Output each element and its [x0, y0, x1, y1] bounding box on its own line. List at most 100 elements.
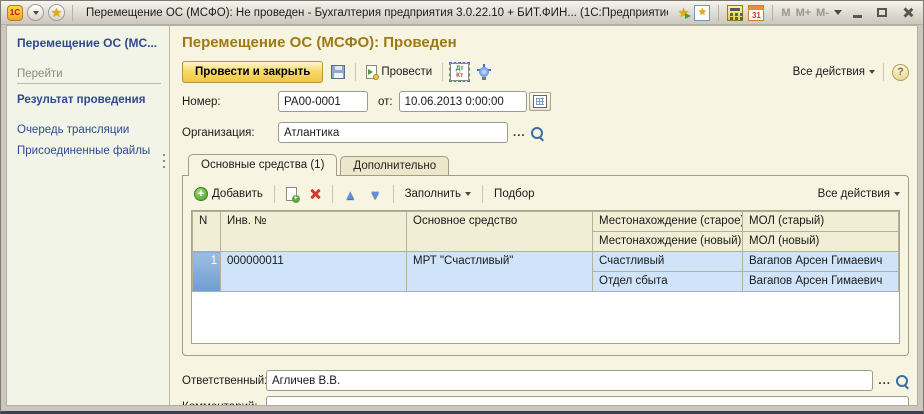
responsible-field[interactable]: Агличев В.В.: [266, 370, 873, 391]
add-row-label: Добавить: [212, 188, 263, 200]
sidebar-item-posting-result[interactable]: Результат проведения: [17, 94, 163, 106]
close-button[interactable]: [897, 5, 917, 21]
copy-row-button[interactable]: +: [283, 185, 300, 203]
page-title: Перемещение ОС (МСФО): Проведен: [182, 34, 909, 51]
sidebar-item-attached-files[interactable]: Присоединенные файлы: [17, 145, 163, 157]
explain-button[interactable]: [474, 62, 494, 82]
calculator-icon: [730, 8, 740, 11]
assets-table-container: N Инв. № Основное средство Местонахожден…: [191, 210, 900, 344]
col-header-location-new[interactable]: Местонахождение (новый): [593, 232, 743, 252]
chevron-down-icon: [33, 11, 39, 15]
help-button[interactable]: ?: [892, 64, 909, 81]
col-header-location-old[interactable]: Местонахождение (старое): [593, 212, 743, 232]
chevron-down-icon[interactable]: [834, 10, 842, 15]
responsible-field-buttons: ...: [876, 374, 909, 388]
app-window: 1С ★ Перемещение ОС (МСФО): Не проведен …: [0, 0, 924, 414]
footer-fields: Ответственный: Агличев В.В. ... Коммента…: [182, 365, 909, 405]
chevron-down-icon: [869, 70, 875, 74]
comment-field[interactable]: [266, 396, 909, 405]
close-icon: [902, 7, 913, 18]
arrow-up-icon: ▲: [344, 188, 357, 201]
choose-button[interactable]: ...: [511, 127, 528, 139]
delete-row-button[interactable]: [306, 186, 324, 202]
fill-button[interactable]: Заполнить: [402, 186, 474, 202]
fixed-assets-panel: + Добавить + ▲ ▼ Заполнить Подбор: [182, 175, 909, 356]
move-down-button[interactable]: ▼: [366, 186, 385, 203]
separator: [72, 5, 73, 21]
separator: [772, 5, 773, 21]
splitter-grip[interactable]: [163, 154, 165, 172]
titlebar-tools: ★ ★ 31 M M+ M-: [678, 5, 917, 21]
col-header-mol-old[interactable]: МОЛ (старый): [743, 212, 899, 232]
separator: [274, 185, 275, 203]
separator: [883, 63, 884, 81]
arrow-down-icon: ▼: [369, 188, 382, 201]
comment-row: Комментарий:: [182, 396, 909, 405]
minimize-button[interactable]: [847, 5, 867, 21]
organization-row: Организация: Атлантика ...: [182, 122, 909, 143]
pick-button[interactable]: Подбор: [491, 186, 538, 202]
organization-field-buttons: ...: [511, 126, 544, 140]
table-row[interactable]: 1 000000011 МРТ "Счастливый" Счастливый …: [193, 252, 899, 272]
pick-label: Подбор: [494, 188, 535, 200]
date-picker-button[interactable]: [529, 92, 551, 111]
calculator-button[interactable]: [727, 5, 743, 21]
command-bar: Провести и закрыть Провести Дт Кт В: [182, 58, 909, 86]
save-button[interactable]: [328, 63, 348, 81]
star-icon: ★: [51, 6, 63, 19]
window-content: Перемещение ОС (МС... Перейти Результат …: [6, 25, 918, 406]
maximize-button[interactable]: [872, 5, 892, 21]
col-header-inv[interactable]: Инв. №: [221, 212, 407, 252]
date-field[interactable]: 10.06.2013 0:00:00: [399, 91, 527, 112]
grid-all-actions-label: Все действия: [818, 188, 890, 200]
move-up-button[interactable]: ▲: [341, 186, 360, 203]
tab-additional[interactable]: Дополнительно: [340, 156, 449, 175]
all-actions-button[interactable]: Все действия: [793, 66, 875, 78]
post-button[interactable]: Провести: [363, 63, 435, 81]
location-old-cell[interactable]: Счастливый: [593, 252, 743, 272]
favorites-button[interactable]: ★: [48, 4, 65, 21]
main-menu-button[interactable]: [27, 4, 44, 21]
delete-icon: [309, 188, 321, 200]
mol-old-cell[interactable]: Вагапов Арсен Гимаевич: [743, 252, 899, 272]
date-label: от:: [378, 96, 393, 108]
row-selector-cell[interactable]: 1: [193, 252, 221, 292]
responsible-label: Ответственный:: [182, 375, 266, 387]
separator: [442, 63, 443, 81]
save-icon: [331, 65, 345, 79]
calendar-button[interactable]: 31: [748, 5, 764, 21]
asset-cell[interactable]: МРТ "Счастливый": [407, 252, 593, 292]
copy-icon: +: [286, 187, 297, 201]
comment-label: Комментарий:: [182, 401, 266, 406]
mol-new-cell[interactable]: Вагапов Арсен Гимаевич: [743, 272, 899, 292]
add-to-favorites-button[interactable]: ★: [678, 6, 690, 20]
organization-field[interactable]: Атлантика: [278, 122, 508, 143]
add-row-button[interactable]: + Добавить: [191, 185, 266, 203]
inv-number-cell[interactable]: 000000011: [221, 252, 407, 292]
search-icon[interactable]: [895, 374, 909, 388]
col-header-asset[interactable]: Основное средство: [407, 212, 593, 252]
location-new-cell[interactable]: Отдел сбыта: [593, 272, 743, 292]
col-header-mol-new[interactable]: МОЛ (новый): [743, 232, 899, 252]
tab-fixed-assets[interactable]: Основные средства (1): [188, 154, 337, 176]
show-favorites-button[interactable]: ★: [694, 5, 710, 21]
separator: [355, 63, 356, 81]
sidebar-document-link[interactable]: Перемещение ОС (МС...: [17, 36, 163, 50]
debit-label: Дт: [456, 65, 464, 72]
memory-minus-button[interactable]: M-: [816, 7, 829, 19]
search-icon[interactable]: [530, 126, 544, 140]
sidebar: Перемещение ОС (МС... Перейти Результат …: [7, 26, 170, 405]
postings-dtkt-button[interactable]: Дт Кт: [450, 63, 469, 81]
app-icon: 1С: [7, 5, 23, 21]
col-header-n[interactable]: N: [193, 212, 221, 252]
chevron-down-icon: [465, 192, 471, 196]
memory-recall-button[interactable]: M: [781, 7, 790, 19]
choose-button[interactable]: ...: [876, 375, 893, 387]
sidebar-item-translation-queue[interactable]: Очередь трансляции: [17, 124, 163, 136]
separator: [332, 185, 333, 203]
post-and-close-button[interactable]: Провести и закрыть: [182, 61, 323, 83]
grid-all-actions-button[interactable]: Все действия: [818, 188, 900, 200]
memory-plus-button[interactable]: M+: [796, 7, 812, 19]
star-box-icon: ★: [698, 8, 707, 18]
number-field[interactable]: РА00-0001: [278, 91, 368, 112]
